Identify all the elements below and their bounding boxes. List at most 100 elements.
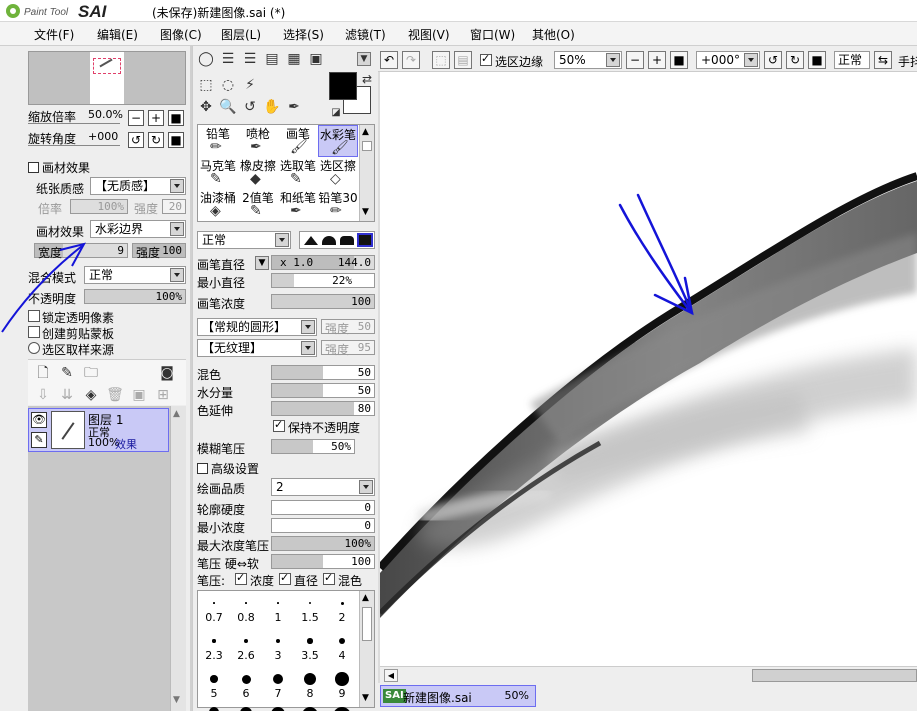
canvas-rotate-right-button[interactable]: ↻ bbox=[786, 51, 804, 69]
brush-size-dot[interactable] bbox=[272, 673, 284, 685]
pressure-size-checkbox[interactable] bbox=[279, 571, 291, 585]
rotate-value[interactable]: +000 bbox=[88, 130, 118, 143]
texture-scale-slider[interactable]: 100% bbox=[70, 199, 128, 214]
tool-bucket[interactable]: 油漆桶 ◈ bbox=[198, 189, 238, 221]
tip-sharp-icon[interactable] bbox=[304, 236, 318, 245]
tool-binary-pen[interactable]: 2值笔 ✎ bbox=[238, 189, 278, 221]
tool-airbrush[interactable]: 喷枪 ✒ bbox=[238, 125, 278, 157]
quality-select[interactable]: 2 bbox=[271, 478, 375, 496]
edge-hardness-slider[interactable]: 0 bbox=[271, 500, 375, 515]
tip-flat-icon[interactable] bbox=[340, 236, 354, 245]
brush-size-dot[interactable] bbox=[307, 638, 313, 644]
delete-layer-icon[interactable]: 🗑 bbox=[106, 386, 124, 404]
brush-size-dot[interactable] bbox=[271, 707, 285, 711]
brush-size-dot[interactable] bbox=[244, 639, 248, 643]
canvas-angle-select[interactable]: +000° bbox=[696, 51, 760, 69]
tool-eraser[interactable]: 橡皮擦 ◆ bbox=[238, 157, 278, 189]
paper-texture-select[interactable]: 【无质感】 bbox=[90, 177, 186, 195]
blur-pressure-slider[interactable]: 50% bbox=[271, 439, 355, 454]
rotate-reset-button[interactable]: ■ bbox=[168, 132, 184, 148]
layer-row[interactable]: 👁 ✎ 图层 1 正常 100% 效果 bbox=[28, 408, 169, 452]
clear-layer-icon[interactable]: ◈ bbox=[82, 386, 100, 404]
tip-round-icon[interactable] bbox=[322, 236, 336, 245]
presets-scrollbar[interactable]: ▲ ▼ bbox=[359, 591, 374, 707]
advanced-section-header[interactable]: 高级设置 bbox=[197, 460, 259, 477]
rotate-left-button[interactable]: ↺ bbox=[128, 132, 144, 148]
visibility-eye-icon[interactable]: 👁 bbox=[31, 412, 47, 428]
pressure-blend-checkbox[interactable] bbox=[323, 571, 335, 585]
drawing-canvas[interactable] bbox=[380, 73, 917, 666]
tip-square-icon[interactable] bbox=[357, 233, 373, 247]
brush-density-slider[interactable]: 100 bbox=[271, 294, 375, 309]
menu-file[interactable]: 文件(F) bbox=[34, 26, 74, 43]
texture-strength-slider[interactable]: 20 bbox=[162, 199, 186, 214]
undo-button[interactable]: ↶ bbox=[380, 51, 398, 69]
menu-layer[interactable]: 图层(L) bbox=[221, 26, 261, 43]
canvas-zoom-select[interactable]: 50% bbox=[554, 51, 622, 69]
brush-size-dot[interactable] bbox=[333, 707, 351, 711]
persistence-slider[interactable]: 80 bbox=[271, 401, 375, 416]
blending-slider[interactable]: 50 bbox=[271, 365, 375, 380]
max-density-pressure-slider[interactable]: 100% bbox=[271, 536, 375, 551]
brush-shape-select[interactable]: 【常规的圆形】 bbox=[197, 318, 317, 336]
brush-size-dot[interactable] bbox=[335, 672, 349, 686]
zoom-icon[interactable]: 🔍 bbox=[219, 98, 237, 116]
menu-image[interactable]: 图像(C) bbox=[160, 26, 202, 43]
user-swatches-icon[interactable]: ▦ bbox=[285, 50, 303, 68]
menu-window[interactable]: 窗口(W) bbox=[470, 26, 515, 43]
menu-select[interactable]: 选择(S) bbox=[283, 26, 324, 43]
pressure-softness-slider[interactable]: 100 bbox=[271, 554, 375, 569]
brush-mode-select[interactable]: 正常 bbox=[197, 231, 291, 249]
brush-size-dot[interactable] bbox=[209, 707, 219, 711]
min-size-slider[interactable]: 22% bbox=[271, 273, 375, 288]
scroll-up-icon[interactable]: ▲ bbox=[362, 593, 369, 603]
invert-select-button[interactable]: ▤ bbox=[454, 51, 472, 69]
canvas-zoom-reset-button[interactable]: ■ bbox=[670, 51, 688, 69]
tool-pencil30[interactable]: 铅笔30 ✏ bbox=[318, 189, 358, 221]
merge-mask-icon[interactable]: ⊞ bbox=[154, 386, 172, 404]
rotate-view-icon[interactable]: ↺ bbox=[241, 98, 259, 116]
brush-size-dot[interactable] bbox=[308, 601, 312, 605]
tool-grid-scrollbar[interactable]: ▲ ▼ bbox=[359, 125, 374, 221]
layer-mask-icon[interactable]: ◙ bbox=[158, 364, 176, 382]
texture-section-header[interactable]: 画材效果 bbox=[28, 159, 90, 176]
brush-tip-selector[interactable] bbox=[299, 231, 375, 249]
tool-marker[interactable]: 马克笔 ✎ bbox=[198, 157, 238, 189]
min-density-slider[interactable]: 0 bbox=[271, 518, 375, 533]
new-layer-icon[interactable]: 🗋 bbox=[34, 364, 52, 382]
brush-size-dot[interactable] bbox=[275, 638, 281, 644]
brush-size-slider[interactable]: x 1.0 144.0 bbox=[271, 255, 375, 270]
move-icon[interactable]: ✥ bbox=[197, 98, 215, 116]
new-folder-icon[interactable]: 🗀 bbox=[82, 364, 100, 382]
scroll-down-icon[interactable]: ▼ bbox=[362, 693, 369, 703]
brush-size-dot[interactable] bbox=[277, 602, 279, 604]
rect-select-icon[interactable]: ⬚ bbox=[197, 76, 215, 94]
scroll-up-icon[interactable]: ▲ bbox=[362, 127, 369, 137]
texture-strength2-slider[interactable]: 强度 95 bbox=[321, 340, 375, 357]
brush-size-dot[interactable] bbox=[241, 674, 251, 684]
shape-strength-slider[interactable]: 强度 50 bbox=[321, 319, 375, 336]
brush-size-dot[interactable] bbox=[212, 639, 216, 643]
zoom-in-button[interactable]: + bbox=[148, 110, 164, 126]
new-linework-layer-icon[interactable]: ✎ bbox=[58, 364, 76, 382]
rgb-slider-icon[interactable]: ☰ bbox=[219, 50, 237, 68]
navigator-preview[interactable] bbox=[28, 51, 186, 105]
transfer-down-icon[interactable]: ⇩ bbox=[34, 386, 52, 404]
apply-mask-icon[interactable]: ▣ bbox=[130, 386, 148, 404]
magic-wand-icon[interactable]: ⚡ bbox=[241, 76, 259, 94]
zoom-out-button[interactable]: − bbox=[128, 110, 144, 126]
tool-select-eraser[interactable]: 选区擦 ◇ bbox=[318, 157, 358, 189]
scroll-down-icon[interactable]: ▼ bbox=[362, 207, 369, 217]
menu-filter[interactable]: 滤镜(T) bbox=[345, 26, 386, 43]
brush-size-dot[interactable] bbox=[213, 602, 215, 604]
flip-canvas-button[interactable]: ⇆ bbox=[874, 51, 892, 69]
keep-opacity-checkbox[interactable] bbox=[273, 418, 285, 432]
menu-other[interactable]: 其他(O) bbox=[532, 26, 575, 43]
layer-list-scrollbar[interactable]: ▲ ▼ bbox=[170, 406, 186, 711]
swap-colors-icon[interactable]: ⇄ bbox=[358, 70, 376, 88]
deselect-button[interactable]: ⬚ bbox=[432, 51, 450, 69]
merge-down-icon[interactable]: ⇊ bbox=[58, 386, 76, 404]
pressure-density-checkbox[interactable] bbox=[235, 571, 247, 585]
dilution-slider[interactable]: 50 bbox=[271, 383, 375, 398]
brush-size-dot[interactable] bbox=[240, 707, 252, 711]
